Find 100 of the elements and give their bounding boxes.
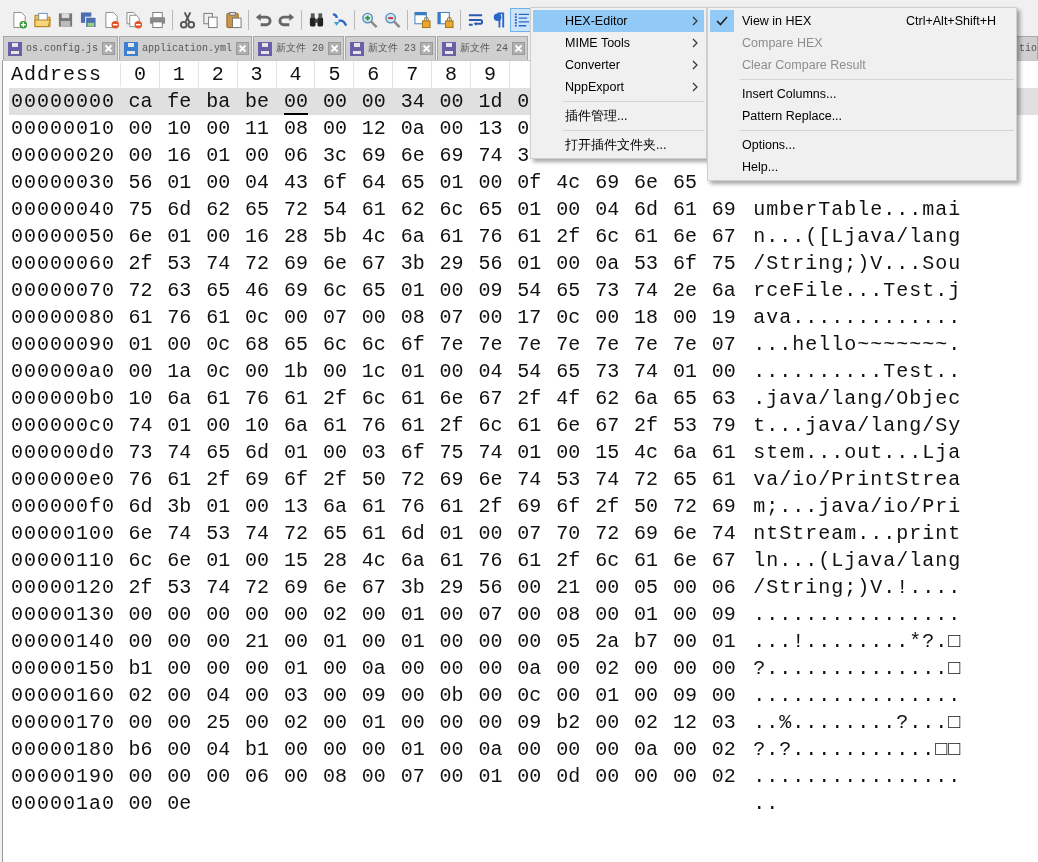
file-tab[interactable]: 新文件 20 xyxy=(253,36,345,60)
byte-cell: 00 xyxy=(167,684,192,707)
byte-cell: 18 xyxy=(634,306,659,329)
undo-icon xyxy=(255,11,272,29)
menu-item[interactable]: MIME Tools xyxy=(533,32,704,54)
copy-icon xyxy=(202,11,219,29)
ascii-text: ?..............□ xyxy=(752,655,962,682)
byte-cell: 65 xyxy=(672,171,697,194)
address-cell: 00000190 xyxy=(11,764,115,788)
byte-cell: 00 xyxy=(361,603,386,626)
byte-cell: 0b xyxy=(439,684,464,707)
byte-cell: 62 xyxy=(400,198,425,221)
byte-cell: 04 xyxy=(478,360,503,383)
byte-cell: 07 xyxy=(322,306,347,329)
close-file-icon xyxy=(103,11,120,29)
byte-cell: 53 xyxy=(672,414,697,437)
byte-cell: 00 xyxy=(245,144,270,167)
byte-cell: 01 xyxy=(595,684,620,707)
ascii-text: .java/lang/Objec xyxy=(752,385,962,412)
byte-cell: 69 xyxy=(361,144,386,167)
menu-item[interactable]: Pattern Replace... xyxy=(710,105,1014,127)
byte-cell: 02 xyxy=(711,765,736,788)
byte-cell: 01 xyxy=(439,522,464,545)
byte-cell: 00 xyxy=(245,711,270,734)
byte-cell: 62 xyxy=(595,387,620,410)
byte-cell: 61 xyxy=(361,198,386,221)
byte-cell: 74 xyxy=(128,414,153,437)
byte-cell: 6e xyxy=(128,225,153,248)
byte-cell: 09 xyxy=(711,603,736,626)
menu-item[interactable]: 插件管理... xyxy=(533,105,704,127)
byte-cell: 03 xyxy=(711,711,736,734)
byte-cell: 6c xyxy=(322,333,347,356)
file-tab[interactable]: 新文件 24 xyxy=(437,36,529,60)
byte-cell: 7e xyxy=(672,333,697,356)
close-icon[interactable] xyxy=(102,42,115,55)
byte-cell: 65 xyxy=(361,279,386,302)
byte-cell: 50 xyxy=(361,468,386,491)
byte-cell: 69 xyxy=(439,468,464,491)
byte-cell: 68 xyxy=(245,333,270,356)
menu-item[interactable]: Insert Columns... xyxy=(710,83,1014,105)
close-icon[interactable] xyxy=(512,42,526,55)
byte-cell: 2f xyxy=(478,495,503,518)
file-tab[interactable]: 新文件 23 xyxy=(345,36,437,60)
byte-cell: 00 xyxy=(167,738,192,761)
byte-cell: 74 xyxy=(478,144,503,167)
byte-cell: 00 xyxy=(478,630,503,653)
byte-cell: 61 xyxy=(400,414,425,437)
byte-cell: 00 xyxy=(595,711,620,734)
menu-item[interactable]: View in HEX Ctrl+Alt+Shift+H xyxy=(710,10,1014,32)
byte-cell: 69 xyxy=(245,468,270,491)
byte-cell: 00 xyxy=(284,90,308,115)
column-header: 9 xyxy=(483,63,496,87)
menu-item[interactable]: Help... xyxy=(710,156,1014,178)
byte-cell: 00 xyxy=(206,630,231,653)
tab-label: os.config.js xyxy=(26,42,98,56)
address-cell: 00000020 xyxy=(11,143,115,167)
address-cell: 000000d0 xyxy=(11,440,115,464)
byte-cell: 72 xyxy=(284,522,308,545)
byte-cell: 69 xyxy=(439,144,464,167)
byte-cell: 00 xyxy=(167,711,192,734)
ascii-text: ntStream...print xyxy=(752,520,962,547)
byte-cell: 74 xyxy=(167,441,192,464)
byte-cell: 00 xyxy=(167,333,192,356)
file-tab[interactable]: application.yml xyxy=(119,36,253,60)
ascii-text: stem...out...Lja xyxy=(752,439,962,466)
byte-cell: 00 xyxy=(167,603,192,626)
byte-cell: 43 xyxy=(284,171,308,194)
menu-item[interactable]: Options... xyxy=(710,134,1014,156)
menu-item[interactable]: 打开插件文件夹... xyxy=(533,134,704,156)
byte-cell: 00 xyxy=(517,576,542,599)
padlock-window-icon xyxy=(437,11,454,29)
address-cell: 00000140 xyxy=(11,629,115,653)
file-tab[interactable]: os.config.js xyxy=(3,36,118,60)
menu-item[interactable]: NppExport xyxy=(533,76,704,98)
menu-item[interactable]: HEX-Editor xyxy=(533,10,704,32)
byte-cell: 15 xyxy=(284,549,308,572)
byte-cell: 69 xyxy=(517,495,542,518)
byte-cell: 00 xyxy=(478,306,503,329)
byte-cell: 67 xyxy=(711,549,736,572)
address-cell: 000000c0 xyxy=(11,413,115,437)
byte-cell: 00 xyxy=(322,738,347,761)
floppies-icon xyxy=(80,11,97,29)
byte-cell: 67 xyxy=(595,414,620,437)
byte-cell: 69 xyxy=(634,522,659,545)
byte-cell: 00 xyxy=(439,630,464,653)
byte-cell: 56 xyxy=(478,252,503,275)
address-cell: 000001a0 xyxy=(11,791,115,815)
byte-cell: 00 xyxy=(128,603,153,626)
byte-cell: 61 xyxy=(361,522,386,545)
byte-cell: 00 xyxy=(128,765,153,788)
byte-cell: 01 xyxy=(400,360,425,383)
close-icon[interactable] xyxy=(236,42,250,55)
byte-cell: 7e xyxy=(478,333,503,356)
byte-cell: 74 xyxy=(478,441,503,464)
address-cell: 00000060 xyxy=(11,251,115,275)
close-icon[interactable] xyxy=(328,42,342,55)
byte-cell: 74 xyxy=(517,468,542,491)
address-cell: 00000100 xyxy=(11,521,115,545)
close-icon[interactable] xyxy=(420,42,434,55)
menu-item[interactable]: Converter xyxy=(533,54,704,76)
